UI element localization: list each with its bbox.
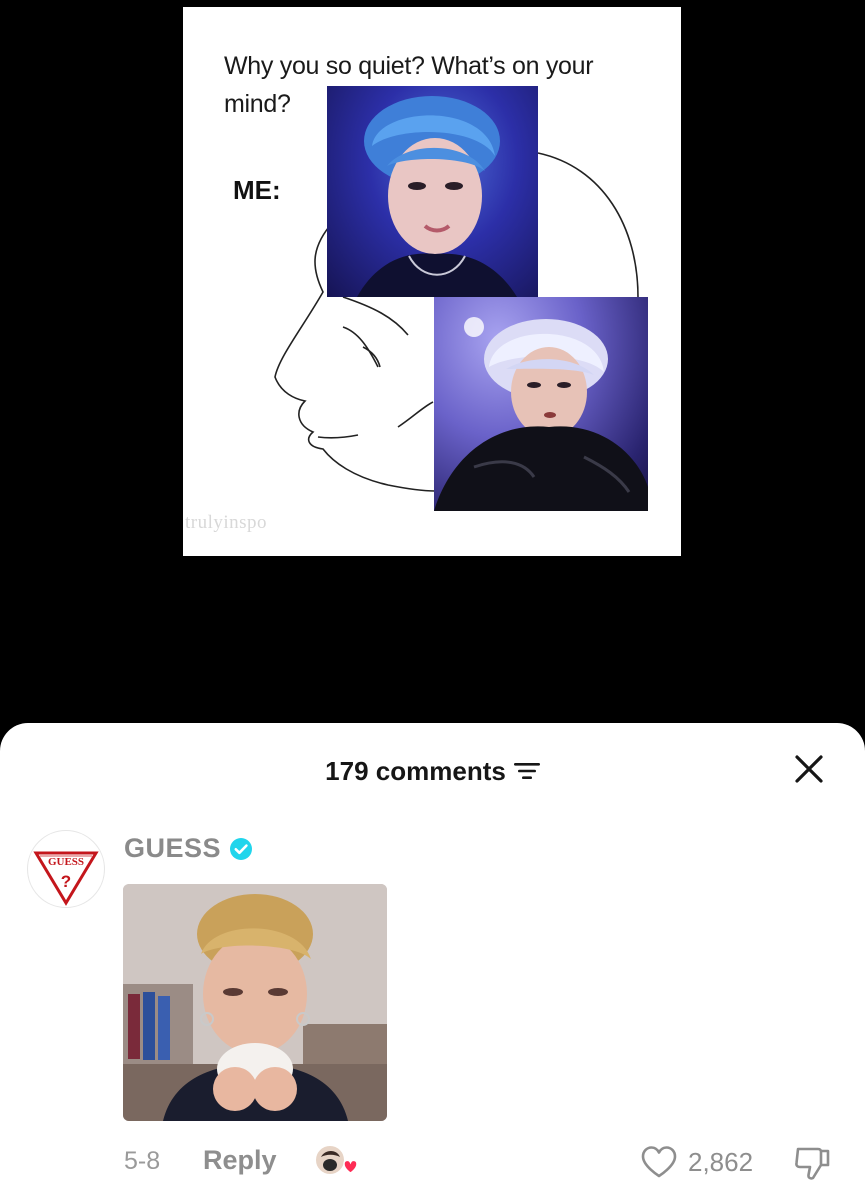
meme-photo-bottom [434,297,648,511]
guess-logo-icon: GUESS ? [33,851,99,906]
verified-check-icon [230,837,253,860]
svg-text:GUESS: GUESS [48,856,84,868]
comment-gif-image[interactable] [123,884,387,1121]
avatar[interactable]: GUESS ? [27,830,105,908]
comment-author-row: GUESS [124,833,253,864]
svg-text:?: ? [61,872,71,891]
video-meme-image[interactable]: Why you so quiet? What’s on your mind? M… [183,7,681,556]
meme-photo-top [327,86,538,297]
close-icon[interactable] [793,753,825,785]
meme-me-label: ME: [233,175,281,205]
person-photo-illustration [357,96,517,297]
heart-outline-icon [641,1146,677,1178]
sort-lines-icon [513,763,540,779]
person-photo-illustration [434,317,648,511]
reply-button[interactable]: Reply [203,1145,277,1176]
comments-count-sort-button[interactable]: 179 comments [325,756,540,787]
tiktok-screen: Why you so quiet? What’s on your mind? M… [0,0,865,1200]
like-button[interactable]: 2,862 [640,1145,753,1179]
thumbs-down-icon[interactable] [792,1145,832,1181]
comment-footer: 5-8 Reply 2,862 [0,1143,865,1183]
comments-header: 179 comments [0,751,865,791]
comment-username[interactable]: GUESS [124,833,221,864]
comments-count-label: 179 comments [325,755,506,786]
comment-date: 5-8 [124,1147,161,1175]
creator-liked-heart-icon [314,1144,358,1176]
like-count: 2,862 [688,1146,754,1177]
comments-sheet: 179 comments GUESS ? GUESS 5-8 Reply 2,8… [0,723,865,1200]
meme-watermark: trulyinspo [185,512,268,533]
crying-woman-gif-illustration [123,884,387,1121]
